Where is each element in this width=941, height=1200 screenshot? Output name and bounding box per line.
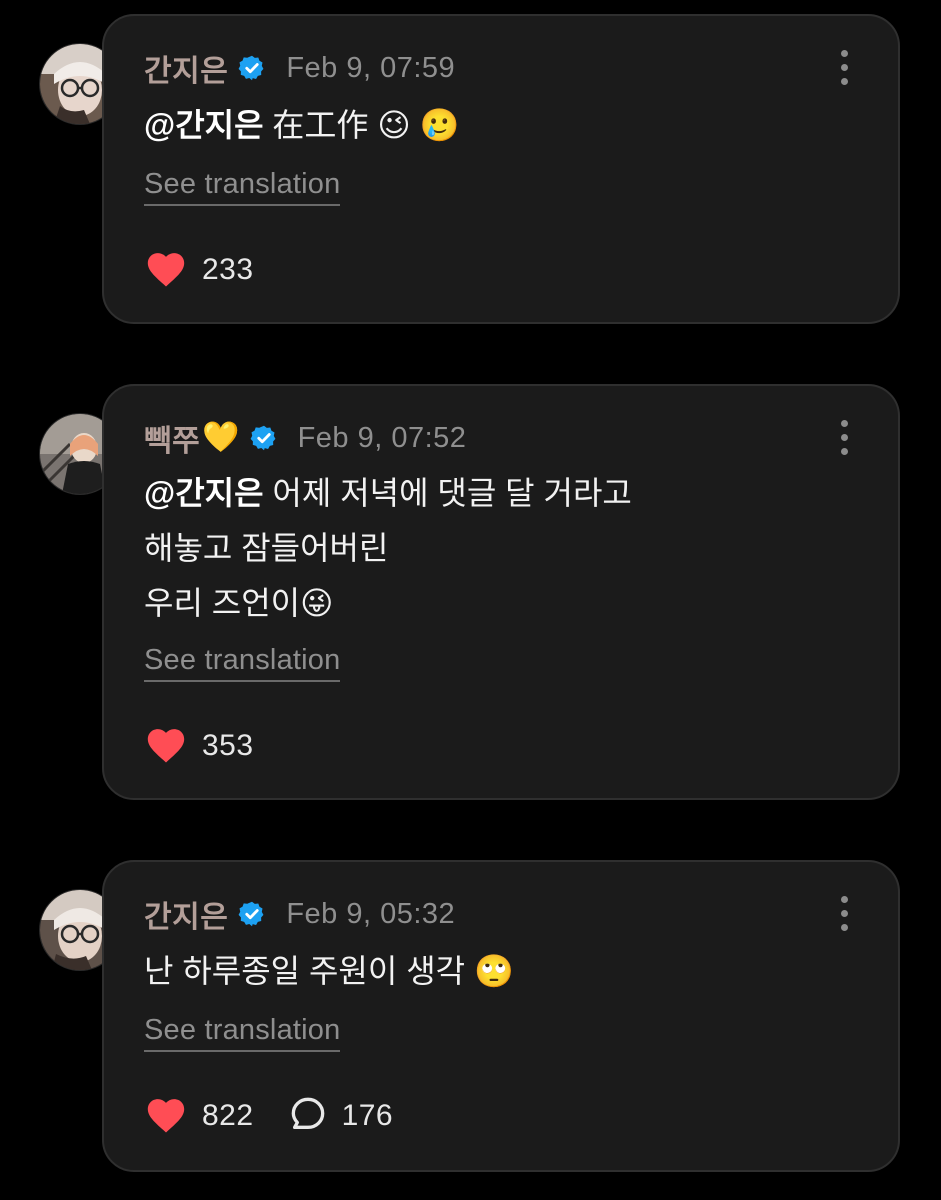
more-vertical-icon[interactable] bbox=[838, 420, 850, 456]
like-count: 233 bbox=[202, 253, 254, 286]
comment-body: 在工作 bbox=[263, 107, 378, 143]
comment-actions: 353 bbox=[144, 724, 288, 768]
comment-timestamp: Feb 9, 05:32 bbox=[286, 897, 456, 930]
comment-card: 빽쭈 💛 Feb 9, 07:52 @간지은 어제 저녁에 댓글 달 거라고 해… bbox=[102, 384, 900, 800]
see-translation-link[interactable]: See translation bbox=[144, 644, 341, 682]
see-translation-link[interactable]: See translation bbox=[144, 1014, 341, 1052]
comment-text: @간지은 어제 저녁에 댓글 달 거라고 해놓고 잠들어버린 우리 즈언이😜 bbox=[144, 466, 844, 631]
speech-bubble-icon bbox=[288, 1094, 328, 1139]
like-count: 353 bbox=[202, 729, 254, 762]
verified-badge-icon bbox=[250, 424, 278, 452]
author-name[interactable]: 간지은 bbox=[144, 892, 228, 936]
author-name[interactable]: 간지은 bbox=[144, 46, 228, 90]
like-button[interactable]: 233 bbox=[144, 248, 254, 293]
comment-text: @간지은 在工作 😉 🥲 bbox=[144, 98, 844, 153]
heart-icon bbox=[144, 1094, 188, 1139]
comment-actions: 233 bbox=[144, 248, 288, 292]
comment-card: 간지은 Feb 9, 05:32 난 하루종일 주원이 생각 🙄 See tra… bbox=[102, 860, 900, 1172]
more-vertical-icon[interactable] bbox=[838, 50, 850, 86]
verified-badge-icon bbox=[238, 900, 266, 928]
mention-link[interactable]: @간지은 bbox=[144, 107, 264, 143]
see-translation-link[interactable]: See translation bbox=[144, 168, 341, 206]
comment-emojis: 😜 bbox=[300, 585, 334, 621]
comment-emojis: 😉 🥲 bbox=[377, 107, 460, 143]
like-count: 822 bbox=[202, 1099, 254, 1132]
author-name[interactable]: 빽쭈 bbox=[144, 416, 200, 460]
heart-icon bbox=[144, 248, 188, 293]
comment-header: 간지은 Feb 9, 07:59 bbox=[144, 46, 456, 90]
comment-timestamp: Feb 9, 07:52 bbox=[297, 421, 467, 454]
like-button[interactable]: 822 bbox=[144, 1094, 254, 1139]
comment-timestamp: Feb 9, 07:59 bbox=[286, 51, 456, 84]
mention-link[interactable]: @간지은 bbox=[144, 475, 264, 511]
comment-text: 난 하루종일 주원이 생각 🙄 bbox=[144, 944, 844, 999]
comment-emojis: 🙄 bbox=[473, 953, 514, 989]
comment-card: 간지은 Feb 9, 07:59 @간지은 在工作 😉 🥲 See transl… bbox=[102, 14, 900, 324]
like-button[interactable]: 353 bbox=[144, 724, 254, 769]
reply-count: 176 bbox=[341, 1099, 394, 1132]
verified-badge-icon bbox=[238, 54, 266, 82]
heart-icon bbox=[144, 724, 188, 769]
yellow-heart-emoji: 💛 bbox=[202, 421, 240, 454]
more-vertical-icon[interactable] bbox=[838, 896, 850, 932]
comment-header: 간지은 Feb 9, 05:32 bbox=[144, 892, 456, 936]
reply-button[interactable]: 176 bbox=[288, 1094, 394, 1139]
comment-header: 빽쭈 💛 Feb 9, 07:52 bbox=[144, 416, 467, 460]
comment-actions: 822 176 bbox=[144, 1094, 427, 1138]
comment-body: 난 하루종일 주원이 생각 bbox=[144, 953, 474, 989]
